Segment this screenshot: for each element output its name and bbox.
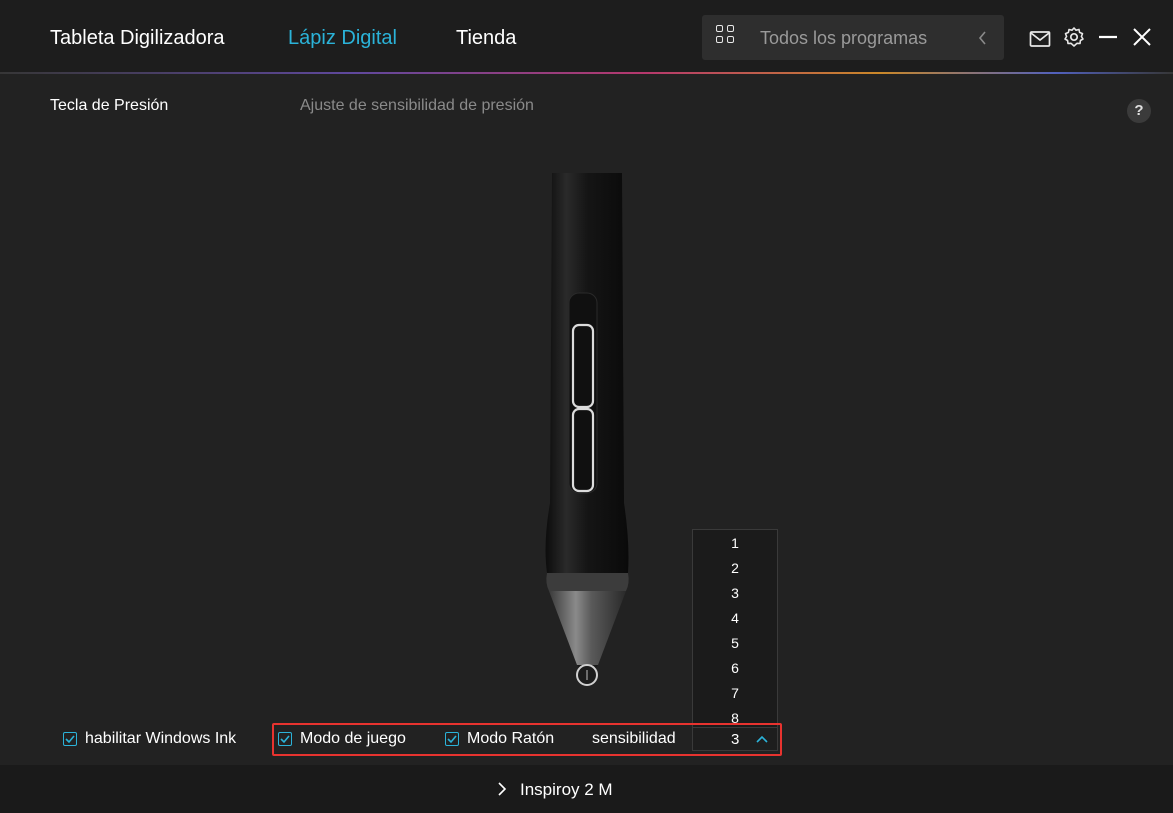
check-icon (65, 735, 75, 744)
chevron-left-icon[interactable] (978, 30, 988, 46)
sensitivity-option[interactable]: 3 (693, 582, 777, 604)
sensitivity-dropdown-list: 1 2 3 4 5 6 7 8 (692, 529, 778, 727)
windows-ink-option[interactable]: habilitar Windows Ink (63, 729, 236, 749)
windows-ink-checkbox[interactable] (63, 732, 77, 746)
minimize-icon[interactable] (1097, 26, 1119, 48)
tab-pen[interactable]: Lápiz Digital (288, 27, 397, 50)
sensitivity-option[interactable]: 2 (693, 557, 777, 579)
pen-illustration (545, 173, 629, 686)
tab-store[interactable]: Tienda (456, 27, 516, 50)
sensitivity-option[interactable]: 5 (693, 632, 777, 654)
help-button[interactable]: ? (1127, 99, 1151, 123)
section-subtitle: Ajuste de sensibilidad de presión (300, 97, 534, 114)
tab-tablet[interactable]: Tableta Digilizadora (50, 27, 225, 50)
top-bar: Tableta Digilizadora Lápiz Digital Tiend… (0, 0, 1173, 72)
windows-ink-label: habilitar Windows Ink (85, 730, 237, 747)
device-footer[interactable]: Inspiroy 2 M (0, 765, 1173, 813)
sensitivity-option[interactable]: 7 (693, 682, 777, 704)
programs-label: Todos los programas (760, 28, 928, 48)
gear-icon[interactable] (1063, 26, 1085, 48)
section-title[interactable]: Tecla de Presión (50, 97, 168, 115)
sensitivity-option[interactable]: 1 (693, 532, 777, 554)
programs-selector[interactable]: Todos los programas (702, 15, 1004, 60)
sensitivity-option[interactable]: 4 (693, 607, 777, 629)
device-name: Inspiroy 2 M (520, 780, 613, 799)
apps-grid-icon (716, 25, 736, 45)
sensitivity-option[interactable]: 6 (693, 657, 777, 679)
mail-icon[interactable] (1029, 28, 1051, 50)
chevron-right-icon (498, 782, 507, 796)
close-icon[interactable] (1131, 26, 1153, 48)
header-divider (0, 72, 1173, 74)
highlight-box (272, 723, 782, 756)
